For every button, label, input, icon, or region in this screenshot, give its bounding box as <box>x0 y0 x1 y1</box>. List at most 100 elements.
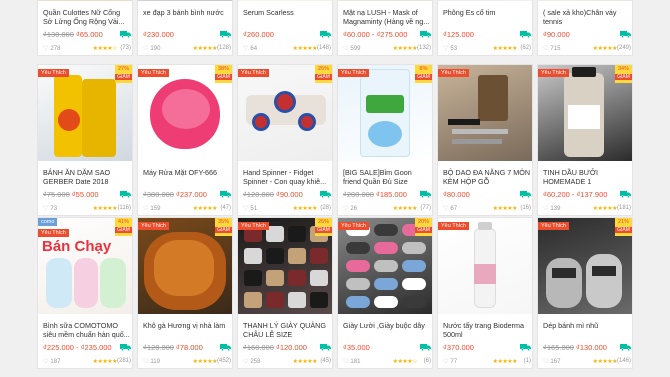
product-image[interactable] <box>438 218 532 314</box>
like-count[interactable]: ♡ 73 <box>43 205 57 212</box>
product-name[interactable]: Mặt nạ LUSH - Mask of Magnaminty (Hàng v… <box>343 8 431 26</box>
price-row: ₫35.000 <box>343 343 431 353</box>
product-name[interactable]: Nước tẩy trang Bioderma 500ml <box>443 321 531 339</box>
product-card[interactable]: Phông Es cổ tim ₫125.000 ♡ 53 ★★★★★ (62) <box>437 0 533 56</box>
product-card[interactable]: ( sale xả kho)Chân váy tennis ₫90.000 ♡ 715… <box>537 0 633 56</box>
heart-icon[interactable]: ♡ <box>543 46 548 52</box>
heart-icon[interactable]: ♡ <box>143 206 148 212</box>
heart-icon[interactable]: ♡ <box>443 46 448 52</box>
product-name[interactable]: Khô gà Hương vị nhà làm <box>143 321 231 339</box>
product-card[interactable]: como Yêu Thích 41% GIẢM Bán Chạy Bình sữa COM… <box>37 217 133 369</box>
heart-icon[interactable]: ♡ <box>343 46 348 52</box>
like-count[interactable]: ♡ 64 <box>243 45 257 52</box>
product-name[interactable]: Dép bánh mì nhũ <box>543 321 631 339</box>
product-card[interactable]: Quần Culottes Nữ Cổng Sở Lửng Ống Rộng V… <box>37 0 133 56</box>
product-name[interactable]: Hand Spinner - Fidget Spinner - Con quay… <box>243 168 331 186</box>
product-card[interactable]: Yêu Thích 34% GIẢM TINH DẦU BƯỞI HOMEMADE 1… <box>537 64 633 216</box>
product-art <box>346 260 370 272</box>
favorite-badge: Yêu Thích <box>438 222 469 230</box>
product-card[interactable]: Yêu Thích 20% GIẢM Giày Lười ,Giày buộc dây… <box>337 217 433 369</box>
heart-icon[interactable]: ♡ <box>243 359 248 365</box>
like-count[interactable]: ♡ 67 <box>443 205 457 212</box>
like-count-value: 190 <box>150 46 161 52</box>
product-card[interactable]: Yêu Thích 38% GIẢM Máy Rửa Mặt OFY-666 ₫380.… <box>137 64 233 216</box>
review-count: (181) <box>616 205 631 211</box>
heart-icon[interactable]: ♡ <box>443 359 448 365</box>
product-name[interactable]: THANH LÝ GIÀY QUẢNG CHÂU LỄ SIZE <box>243 321 331 339</box>
like-count[interactable]: ♡ 187 <box>43 358 60 365</box>
heart-icon[interactable]: ♡ <box>243 46 248 52</box>
heart-icon[interactable]: ♡ <box>43 206 48 212</box>
product-name[interactable]: Quần Culottes Nữ Cổng Sở Lửng Ống Rộng V… <box>43 8 131 26</box>
product-card[interactable]: Yêu Thích 21% GIẢM Dép bánh mì nhũ ₫165.000 ₫… <box>537 217 633 369</box>
heart-icon[interactable]: ♡ <box>43 359 48 365</box>
product-name[interactable]: Phông Es cổ tim <box>443 8 531 26</box>
heart-icon[interactable]: ♡ <box>443 206 448 212</box>
product-card[interactable]: Yêu Thích Nước tẩy trang Bioderma 500ml ₫3… <box>437 217 533 369</box>
like-count[interactable]: ♡ 53 <box>443 45 457 52</box>
sale-price: ₫55.000 <box>71 190 99 199</box>
heart-icon[interactable]: ♡ <box>343 359 348 365</box>
rating-stars-icon: ★★★★★ <box>292 46 318 52</box>
product-card[interactable]: Yêu Thích 25% GIẢM THANH LÝ GIÀY QUẢNG CHÂU… <box>237 217 333 369</box>
price-row: ₫260.000 <box>243 30 331 40</box>
heart-icon[interactable]: ♡ <box>143 359 148 365</box>
like-count[interactable]: ♡ 139 <box>543 205 560 212</box>
product-name[interactable]: ( sale xả kho)Chân váy tennis <box>543 8 631 26</box>
rating-stars-icon: ★★★★★ <box>392 46 418 52</box>
product-name[interactable]: [BIG SALE]Bỉm Goon friend Quần Đủ Size <box>343 168 431 186</box>
product-card[interactable]: Yêu Thích BỘ DAO ĐA NĂNG 7 MÓN KÈM HỘP GỖ… <box>437 64 533 216</box>
product-name[interactable]: TINH DẦU BƯỞI HOMEMADE 1 <box>543 168 631 186</box>
product-card[interactable]: Yêu Thích 27% GIẢM BÁNH ĂN DẶM SAO GERBER D… <box>37 64 133 216</box>
heart-icon[interactable]: ♡ <box>543 206 548 212</box>
like-count[interactable]: ♡ 119 <box>143 358 160 365</box>
like-count[interactable]: ♡ 258 <box>243 358 260 365</box>
original-price: ₫200.000 <box>343 190 374 199</box>
heart-icon[interactable]: ♡ <box>43 46 48 52</box>
like-count[interactable]: ♡ 181 <box>343 358 360 365</box>
product-name[interactable]: Bình sữa COMOTOMO siêu mềm chuẩn hàn quố… <box>43 321 131 339</box>
like-count[interactable]: ♡ 77 <box>443 358 457 365</box>
like-count[interactable]: ♡ 26 <box>343 205 357 212</box>
heart-icon[interactable]: ♡ <box>343 206 348 212</box>
like-count[interactable]: ♡ 159 <box>143 205 160 212</box>
like-count[interactable]: ♡ 599 <box>343 45 360 52</box>
product-image[interactable] <box>238 0 332 1</box>
product-card[interactable]: Serum Scarless ₫260.000 ♡ 64 ★★★★★ (148) <box>237 0 333 56</box>
original-price: ₫130.000 <box>43 30 74 39</box>
product-card[interactable]: xe đạp 3 bánh bình nước ₫230.000 ♡ 190 ★★★★★… <box>137 0 233 56</box>
product-name[interactable]: Serum Scarless <box>243 8 331 26</box>
product-image[interactable] <box>338 0 432 1</box>
product-name[interactable]: BỘ DAO ĐA NĂNG 7 MÓN KÈM HỘP GỖ <box>443 168 531 186</box>
like-count[interactable]: ♡ 190 <box>143 45 160 52</box>
product-image[interactable] <box>538 0 632 1</box>
heart-icon[interactable]: ♡ <box>543 359 548 365</box>
free-shipping-icon <box>520 343 531 352</box>
like-count[interactable]: ♡ 167 <box>543 358 560 365</box>
product-card[interactable]: Mặt nạ LUSH - Mask of Magnaminty (Hàng v… <box>337 0 433 56</box>
product-image[interactable] <box>438 65 532 161</box>
heart-icon[interactable]: ♡ <box>243 206 248 212</box>
product-name[interactable]: Máy Rửa Mặt OFY-666 <box>143 168 231 186</box>
product-image[interactable] <box>138 0 232 1</box>
product-name[interactable]: BÁNH ĂN DẶM SAO GERBER Date 2018 <box>43 168 131 186</box>
product-art <box>402 278 426 290</box>
heart-icon[interactable]: ♡ <box>143 46 148 52</box>
product-card[interactable]: Yêu Thích 35% GIẢM Khô gà Hương vị nhà làm ₫… <box>137 217 233 369</box>
like-count[interactable]: ♡ 51 <box>243 205 257 212</box>
sale-price: ₫80.000 <box>443 190 470 199</box>
like-count[interactable]: ♡ 715 <box>543 45 560 52</box>
product-name[interactable]: xe đạp 3 bánh bình nước <box>143 8 231 26</box>
product-name[interactable]: Giày Lười ,Giày buộc dây <box>343 321 431 339</box>
like-count[interactable]: ♡ 278 <box>43 45 60 52</box>
product-art <box>402 260 426 272</box>
brand-tag: como <box>38 218 58 226</box>
product-card[interactable]: Yêu Thích 8% GIẢM [BIG SALE]Bỉm Goon friend… <box>337 64 433 216</box>
product-card[interactable]: Yêu Thích 25% GIẢM Hand Spinner - Fidget Sp… <box>237 64 333 216</box>
discount-percent: 25% <box>317 219 329 225</box>
product-image[interactable] <box>38 0 132 1</box>
price-row: ₫90.000 <box>543 30 631 40</box>
product-image[interactable] <box>438 0 532 1</box>
sale-price: ₫125.000 <box>443 30 474 39</box>
price-row: ₫165.000 ₫130.000 <box>543 343 631 353</box>
